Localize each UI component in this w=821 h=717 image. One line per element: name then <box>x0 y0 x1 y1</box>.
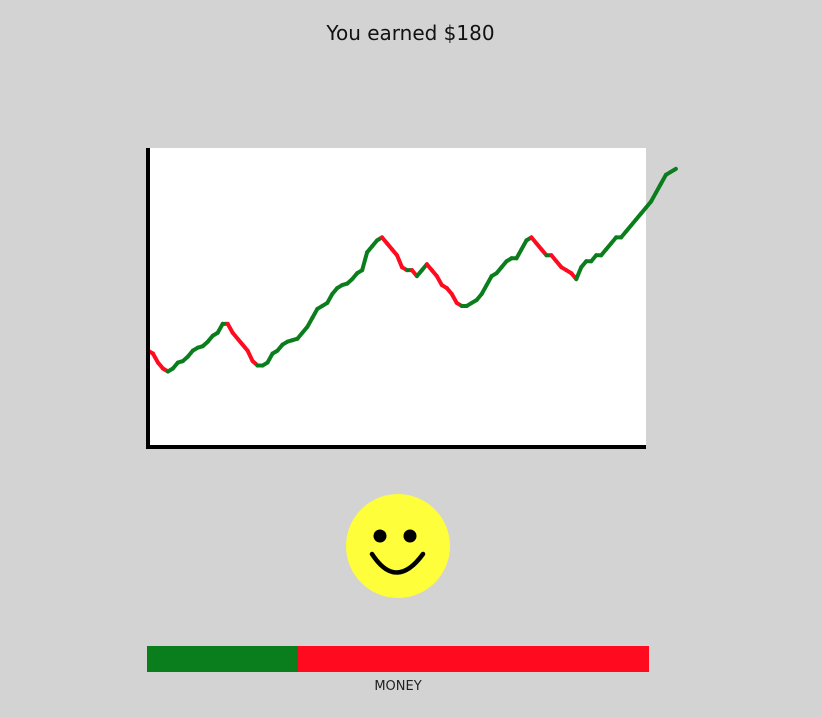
left-eye <box>373 529 387 543</box>
right-eye <box>403 529 417 543</box>
money-meter-remaining <box>297 646 649 672</box>
stock-chart <box>146 148 678 449</box>
face-circle <box>346 494 450 598</box>
money-meter-label: MONEY <box>374 679 422 694</box>
smiley-face-icon <box>346 494 450 598</box>
money-meter-fill <box>147 646 298 672</box>
money-meter <box>147 646 649 672</box>
plot-area <box>148 148 646 446</box>
price-segment-up <box>668 166 678 174</box>
